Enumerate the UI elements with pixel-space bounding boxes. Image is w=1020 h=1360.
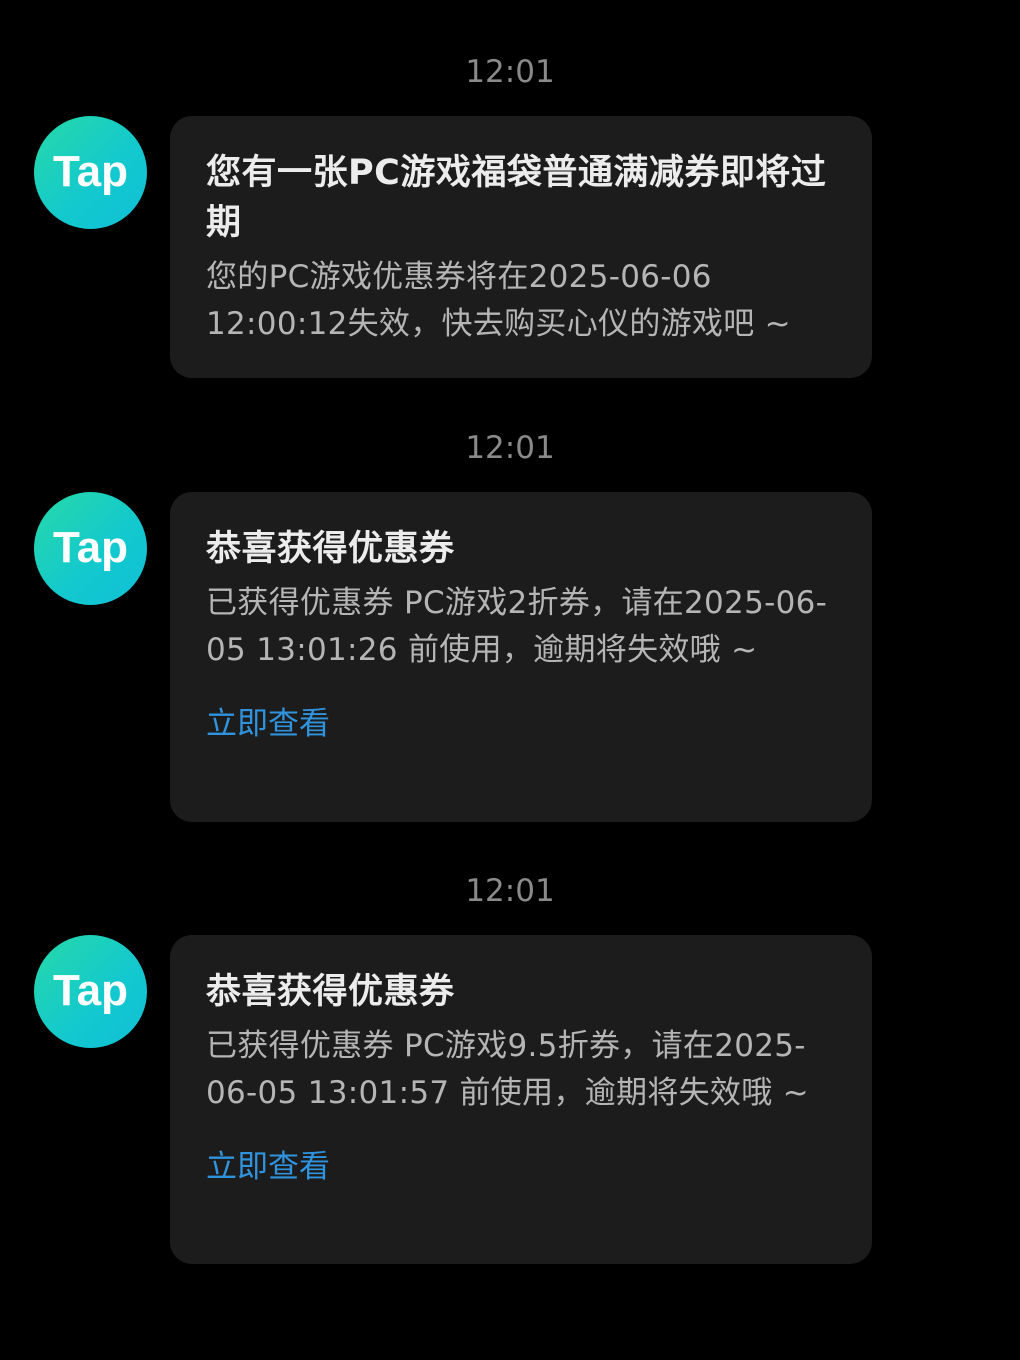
message-title: 恭喜获得优惠券: [206, 529, 455, 569]
view-now-link[interactable]: 立即查看: [206, 1147, 330, 1187]
tap-logo-icon: Tap: [53, 523, 128, 572]
message-title: 恭喜获得优惠券: [206, 972, 455, 1012]
message-body: 您的PC游戏优惠券将在2025-06-06 12:00:12失效，快去购买心仪的…: [206, 259, 791, 342]
message-body: 已获得优惠券 PC游戏9.5折券，请在2025-06-05 13:01:57 前…: [206, 1028, 809, 1111]
tap-logo-icon: Tap: [53, 966, 128, 1015]
tap-app-avatar[interactable]: Tap: [34, 116, 147, 229]
tap-logo-icon: Tap: [53, 147, 128, 196]
message-body: 已获得优惠券 PC游戏2折券，请在2025-06-05 13:01:26 前使用…: [206, 585, 828, 668]
avatar-label: Tap: [53, 147, 128, 196]
message-card[interactable]: 恭喜获得优惠券 已获得优惠券 PC游戏9.5折券，请在2025-06-05 13…: [170, 935, 872, 1264]
message-card[interactable]: 恭喜获得优惠券 已获得优惠券 PC游戏2折券，请在2025-06-05 13:0…: [170, 492, 872, 822]
tap-app-avatar[interactable]: Tap: [34, 492, 147, 605]
avatar-label: Tap: [53, 966, 128, 1015]
message-timestamp: 12:01: [465, 873, 555, 909]
message-card[interactable]: 您有一张PC游戏福袋普通满减券即将过期 您的PC游戏优惠券将在2025-06-0…: [170, 116, 872, 378]
message-timestamp: 12:01: [465, 430, 555, 466]
message-list[interactable]: 12:01 Tap 您有一张PC游戏福袋普通满减券即将过期 您的PC游戏优惠券将…: [0, 0, 1020, 1360]
view-now-link[interactable]: 立即查看: [206, 704, 330, 744]
tap-app-avatar[interactable]: Tap: [34, 935, 147, 1048]
avatar-label: Tap: [53, 523, 128, 572]
message-title: 您有一张PC游戏福袋普通满减券即将过期: [206, 153, 827, 243]
message-timestamp: 12:01: [465, 54, 555, 90]
